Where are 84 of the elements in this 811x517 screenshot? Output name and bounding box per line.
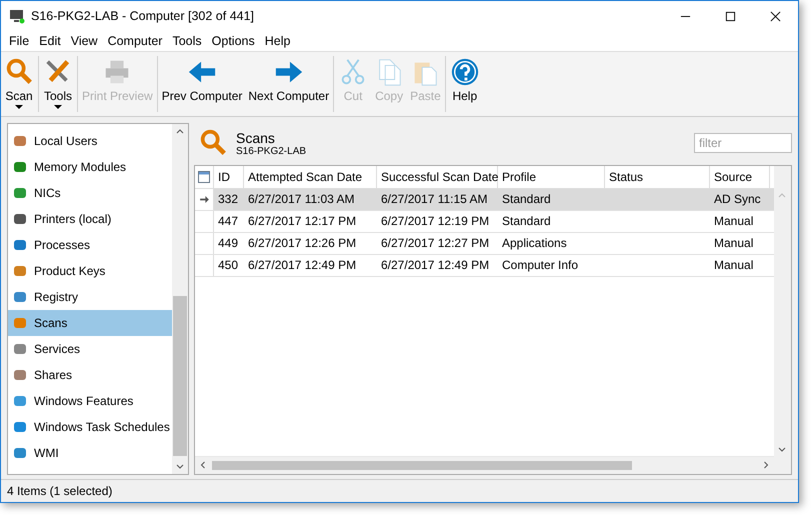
table-row[interactable]: 449 6/27/2017 12:26 PM 6/27/2017 12:27 PM Applications Manual [195, 233, 774, 255]
horizontal-scrollbar[interactable] [195, 456, 774, 474]
square-icon [12, 341, 28, 357]
table-cell-text: 332 [217, 191, 240, 208]
table-cell-text: Computer Info [501, 257, 580, 274]
menu-item[interactable]: Options [206, 34, 260, 48]
table-cell-text: 6/27/2017 12:17 PM [247, 213, 358, 230]
table-cell-text: 6/27/2017 12:26 PM [247, 235, 358, 252]
sidebar-item[interactable]: Registry [8, 284, 172, 310]
sidebar-item[interactable]: Memory Modules [8, 154, 172, 180]
table-cell-text: Standard [501, 213, 552, 230]
toolbar-button[interactable]: Scan [1, 52, 37, 116]
panel-title: Scans [236, 130, 276, 146]
toolbar-button[interactable]: Next Computer [245, 52, 332, 116]
menu-item[interactable]: Help [260, 34, 296, 48]
panel-subtitle: S16-PKG2-LAB [236, 146, 306, 156]
table-row[interactable]: 450 6/27/2017 12:49 PM 6/27/2017 12:49 PM Computer Info Manual [195, 255, 774, 277]
scrollbar[interactable] [172, 124, 188, 474]
square-icon [12, 445, 28, 461]
menu-item[interactable]: File [4, 34, 34, 48]
sidebar-item[interactable]: Windows Features [8, 388, 172, 414]
search-icon [4, 57, 34, 87]
square-icon [12, 185, 28, 201]
filter-field[interactable]: filter [694, 133, 792, 153]
computer-icon [9, 8, 25, 24]
search-icon [198, 128, 228, 158]
sidebar-item[interactable]: Scans [8, 310, 172, 336]
sidebar-item[interactable]: WMI [8, 440, 172, 466]
column-header[interactable]: Successful Scan Date [377, 166, 498, 188]
help-icon [450, 57, 480, 87]
table-cell-text: 6/27/2017 12:19 PM [380, 213, 490, 230]
table-row[interactable]: 332 6/27/2017 11:03 AM 6/27/2017 11:15 AM Standard AD Sync [195, 189, 774, 211]
square-icon [12, 159, 28, 175]
sidebar-item[interactable]: Local Users [8, 128, 172, 154]
caret-icon [54, 105, 62, 109]
table-cell-text: Applications [501, 235, 568, 252]
sidebar-item[interactable]: Services [8, 336, 172, 362]
sidebar-item[interactable]: Shares [8, 362, 172, 388]
current-row-icon [200, 196, 208, 203]
table-cell-text: Manual [713, 213, 754, 230]
table-cell-text: 6/27/2017 12:27 PM [380, 235, 490, 252]
table-cell-text: AD Sync [713, 191, 762, 208]
table-cell-text: 449 [217, 235, 240, 252]
table-cell-text: 6/27/2017 12:49 PM [247, 257, 358, 274]
square-icon [12, 237, 28, 253]
caret-icon [15, 105, 23, 109]
toolbar-button[interactable]: Prev Computer [158, 52, 246, 116]
toolbar-button[interactable]: Tools [40, 52, 76, 116]
window-title: S16-PKG2-LAB - Computer [302 of 441] [31, 9, 254, 23]
table-cell-text: Standard [501, 191, 552, 208]
column-header[interactable]: Source [710, 166, 770, 188]
table-cell-text: 6/27/2017 11:03 AM [247, 191, 356, 208]
sidebar-item[interactable]: Printers (local) [8, 206, 172, 232]
column-header[interactable]: Status [605, 166, 710, 188]
square-icon [12, 393, 28, 409]
column-header[interactable]: ID [214, 166, 244, 188]
toolbar-button[interactable]: Help [446, 52, 483, 116]
table-cell-text: 6/27/2017 12:49 PM [380, 257, 490, 274]
table-cell-text: 450 [217, 257, 240, 274]
table-row[interactable]: 447 6/27/2017 12:17 PM 6/27/2017 12:19 PM Standard Manual [195, 211, 774, 233]
square-icon [12, 367, 28, 383]
menu-item[interactable]: Edit [34, 34, 66, 48]
status-text: 4 Items (1 selected) [7, 484, 112, 498]
square-icon [12, 289, 28, 305]
square-icon [12, 133, 28, 149]
menu-item[interactable]: Computer [102, 34, 168, 48]
sidebar-item[interactable]: NICs [8, 180, 172, 206]
column-header[interactable]: Attempted Scan Date [244, 166, 377, 188]
table-scrollbar[interactable] [774, 166, 791, 474]
square-icon [12, 315, 28, 331]
sidebar-item[interactable]: Product Keys [8, 258, 172, 284]
table-cell-text: Manual [713, 257, 754, 274]
column-chooser-icon[interactable] [198, 171, 210, 183]
table-cell-text: 6/27/2017 11:15 AM [380, 191, 489, 208]
square-icon [12, 211, 28, 227]
table-cell-text: 447 [217, 213, 240, 230]
menu-item[interactable]: Tools [167, 34, 207, 48]
square-icon [12, 419, 28, 435]
column-header[interactable]: Profile [498, 166, 605, 188]
sidebar-item[interactable]: Windows Task Schedules [8, 414, 172, 440]
sidebar-item[interactable]: Processes [8, 232, 172, 258]
square-icon [12, 263, 28, 279]
table-cell-text: Manual [713, 235, 754, 252]
menu-item[interactable]: View [66, 34, 103, 48]
